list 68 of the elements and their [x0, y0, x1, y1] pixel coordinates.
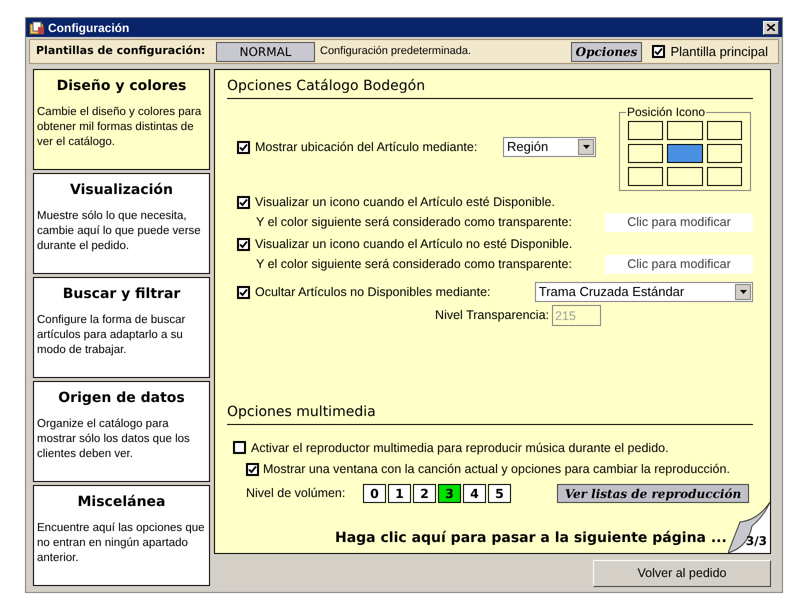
color-button[interactable]: Clic para modificar: [605, 254, 753, 274]
position-cell[interactable]: [628, 144, 664, 163]
close-button[interactable]: [763, 20, 779, 34]
sidebar-item-title: Origen de datos: [57, 389, 186, 408]
close-icon: [767, 24, 775, 31]
volume-label: Nivel de volúmen:: [246, 485, 346, 502]
checkbox-label: Plantilla principal: [670, 42, 768, 61]
sidebar-item-title: Visualización: [68, 181, 174, 200]
option-label: Mostrar una ventana con la canción actual y opciones para cambiar la reproducción.: [263, 461, 730, 478]
section-title: Opciones Catálogo Bodegón: [227, 76, 753, 99]
folder-icon: [29, 20, 45, 34]
sidebar-item-title: Miscelánea: [76, 493, 166, 512]
sidebar-item[interactable]: Buscar y filtrar Configure la forma de buscar artículos para adaptarlo a su modo de trabajar.: [33, 277, 210, 378]
option-label: Activar el reproductor multimedia para reproducir música durante el pedido.: [251, 440, 669, 457]
checkbox[interactable]: [246, 463, 259, 476]
page-number: 3/3: [746, 533, 767, 550]
volume-level[interactable]: 5: [488, 484, 511, 503]
template-description: Configuración predeterminada.: [320, 44, 472, 60]
sidebar-item-description: Organize el catálogo para mostrar sólo los datos que los clientes deben ver.: [37, 417, 191, 462]
options-button[interactable]: Opciones: [570, 42, 642, 62]
option-label: Y el color siguiente será considerado como transparente:: [255, 256, 573, 273]
position-cell[interactable]: [667, 121, 703, 140]
sidebar-item-description: Encuentre aquí las opciones que no entran en ningún apartado anterior.: [37, 521, 206, 566]
sidebar-item[interactable]: Diseño y colores Cambie el diseño y colores para obtener mil formas distintas de ver el catálogo.: [33, 69, 210, 170]
volume-level[interactable]: 1: [388, 484, 411, 503]
position-cell[interactable]: [706, 144, 742, 163]
option-label: Visualizar un icono cuando el Artículo no esté Disponible.: [255, 236, 572, 253]
volume-level[interactable]: 4: [463, 484, 486, 503]
option-label: Y el color siguiente será considerado como transparente:: [255, 214, 573, 231]
color-button[interactable]: Clic para modificar: [605, 212, 753, 232]
page-curl-icon: [728, 502, 770, 553]
volume-level[interactable]: 0: [363, 484, 386, 503]
toolbar-label: Plantillas de configuración:: [36, 43, 206, 60]
checkbox[interactable]: [237, 196, 250, 208]
option-label: Ocultar Artículos no Disponibles mediante:: [255, 284, 492, 301]
hide-dropdown[interactable]: Trama Cruzada Estándar: [534, 282, 753, 302]
playlists-button[interactable]: Ver listas de reproducción: [557, 484, 749, 503]
position-cell[interactable]: [706, 167, 742, 186]
sidebar-item-title: Buscar y filtrar: [62, 285, 182, 304]
checkbox[interactable]: [233, 441, 246, 454]
volume-level[interactable]: 3: [438, 484, 461, 503]
section-title: Opciones multimedia: [227, 402, 753, 424]
window-title: Configuración: [48, 20, 130, 36]
position-cell[interactable]: [667, 144, 703, 163]
back-button[interactable]: Volver al pedido: [593, 560, 771, 587]
next-page-link[interactable]: Haga clic aquí para pasar a la siguiente página ...: [335, 528, 727, 548]
checkbox[interactable]: [652, 45, 666, 58]
option-label: Nivel Transparencia:: [435, 307, 549, 324]
sidebar-item-description: Cambie el diseño y colores para obtener mil formas distintas de ver el catálogo.: [37, 105, 202, 150]
position-cell[interactable]: [667, 167, 703, 186]
group-label: Posición Icono: [626, 104, 706, 121]
checkbox[interactable]: [237, 238, 250, 250]
sidebar-item-title: Diseño y colores: [56, 77, 188, 96]
template-field[interactable]: NORMAL: [216, 42, 315, 62]
volume-level[interactable]: 2: [413, 484, 436, 503]
position-cell[interactable]: [628, 167, 664, 186]
checkbox[interactable]: [237, 286, 250, 298]
sidebar-item-description: Muestre sólo lo que necesita, cambie aquí lo que puede verse durante el pedido.: [37, 209, 202, 254]
sidebar-item[interactable]: Origen de datos Organize el catálogo para mostrar sólo los datos que los clientes deben ver.: [33, 381, 210, 482]
sidebar-item[interactable]: Visualización Muestre sólo lo que necesita, cambie aquí lo que puede verse durante el pedido.: [33, 173, 210, 274]
location-dropdown[interactable]: Región: [503, 137, 596, 157]
position-cell[interactable]: [628, 121, 664, 140]
checkbox[interactable]: [237, 140, 250, 154]
option-label: Visualizar un icono cuando el Artículo esté Disponible.: [255, 194, 555, 211]
sidebar-item-description: Configure la forma de buscar artículos para adaptarlo a su modo de trabajar.: [37, 313, 186, 358]
position-cell[interactable]: [706, 121, 742, 140]
option-label: Mostrar ubicación del Artículo mediante:: [255, 138, 478, 156]
sidebar-item[interactable]: Miscelánea Encuentre aquí las opciones que no entran en ningún apartado anterior.: [33, 485, 210, 586]
